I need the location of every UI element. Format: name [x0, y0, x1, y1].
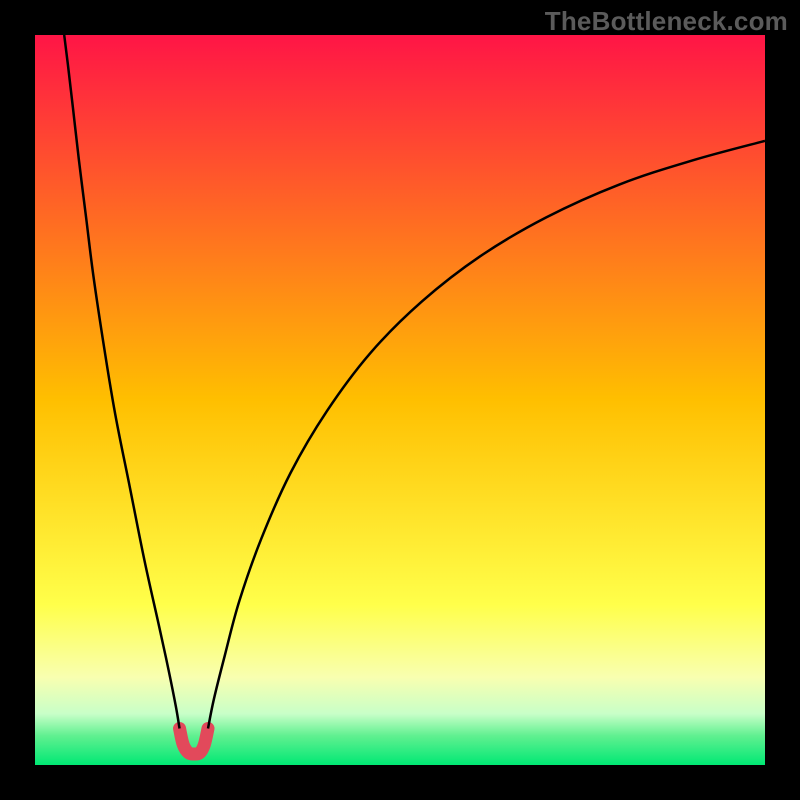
chart-background: [35, 35, 765, 765]
chart-plot-area: [35, 35, 765, 765]
chart-svg: [35, 35, 765, 765]
watermark-text: TheBottleneck.com: [545, 6, 788, 37]
chart-frame: TheBottleneck.com: [0, 0, 800, 800]
